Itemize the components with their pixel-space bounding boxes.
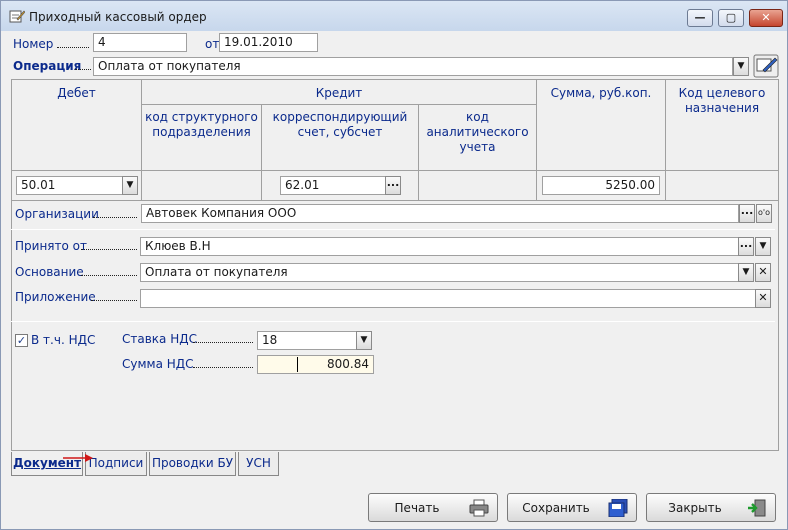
basis-label: Основание — [15, 265, 84, 279]
window-title: Приходный кассовый ордер — [29, 10, 207, 24]
vat-sum-field[interactable]: 800.84 — [257, 355, 374, 374]
print-button[interactable]: Печать — [368, 493, 498, 522]
vat-checkbox-label: В т.ч. НДС — [31, 333, 96, 347]
operation-label: Операция — [13, 59, 82, 73]
debit-dropdown-button[interactable]: ▼ — [122, 176, 138, 195]
vat-sum-label: Сумма НДС — [122, 357, 194, 371]
organization-select-button[interactable]: ... — [739, 204, 755, 223]
organization-view-icon[interactable]: о'о — [756, 204, 772, 223]
save-disk-icon — [608, 499, 628, 517]
date-field[interactable]: 19.01.2010 — [219, 33, 318, 52]
received-from-leader — [81, 249, 137, 250]
close-window-button[interactable]: ✕ — [749, 9, 783, 27]
organization-leader — [93, 217, 137, 218]
credit-header: Кредит — [315, 86, 363, 100]
tab-usn[interactable]: УСН — [238, 452, 279, 476]
number-leader — [57, 47, 89, 48]
operation-dropdown-button[interactable]: ▼ — [733, 57, 749, 76]
credit-account-header: корреспондирующий счет, субсчет — [272, 110, 408, 139]
accounting-grid: Дебет Кредит код структурного подразделе… — [11, 79, 779, 201]
purpose-header: Код целевого назначения — [678, 86, 766, 115]
maximize-icon: ▢ — [725, 11, 737, 24]
vat-rate-dropdown-button[interactable]: ▼ — [356, 331, 372, 350]
received-from-label: Принято от — [15, 239, 87, 253]
separator-bottom — [11, 321, 775, 322]
printer-icon — [469, 499, 489, 517]
close-button[interactable]: Закрыть — [646, 493, 776, 522]
operation-field[interactable]: Оплата от покупателя — [93, 57, 733, 76]
basis-field[interactable]: Оплата от покупателя — [140, 263, 739, 282]
title-bar: Приходный кассовый ордер — ▢ ✕ — [1, 1, 787, 31]
minimize-icon: — — [694, 11, 706, 24]
document-window: Приходный кассовый ордер — ▢ ✕ Номер 4 о… — [0, 0, 788, 530]
exit-door-icon — [748, 499, 766, 517]
minimize-button[interactable]: — — [687, 9, 713, 27]
amount-field[interactable]: 5250.00 — [542, 176, 660, 195]
basis-clear-button[interactable]: ✕ — [755, 263, 771, 282]
document-edit-icon — [9, 10, 25, 23]
operation-edit-icon[interactable] — [753, 54, 779, 78]
save-button[interactable]: Сохранить — [507, 493, 637, 522]
basis-leader — [81, 275, 137, 276]
vat-rate-leader — [193, 342, 253, 343]
save-button-label: Сохранить — [522, 501, 590, 515]
tab-signatures[interactable]: Подписи — [85, 452, 147, 476]
vat-checkbox[interactable]: ✓ — [15, 334, 28, 347]
vat-rate-label: Ставка НДС — [122, 332, 197, 346]
credit-account-select-button[interactable]: ... — [385, 176, 401, 195]
close-icon: ✕ — [761, 11, 771, 24]
received-from-field[interactable]: Клюев В.Н — [140, 237, 739, 256]
organization-field[interactable]: Автовек Компания ООО — [141, 204, 739, 223]
vat-sum-leader — [193, 367, 253, 368]
text-cursor — [297, 357, 298, 372]
date-label: от — [205, 37, 220, 51]
operation-leader — [75, 69, 91, 70]
print-button-label: Печать — [394, 501, 440, 515]
number-field[interactable]: 4 — [93, 33, 187, 52]
basis-dropdown-button[interactable]: ▼ — [738, 263, 754, 282]
close-button-label: Закрыть — [668, 501, 722, 515]
attachment-label: Приложение — [15, 290, 96, 304]
credit-analytic-header: код аналитического учета — [426, 110, 529, 154]
amount-header: Сумма, руб.коп. — [550, 86, 652, 100]
debit-account-field[interactable]: 50.01 — [16, 176, 123, 195]
separator-top — [11, 229, 775, 230]
attachment-clear-button[interactable]: ✕ — [755, 289, 771, 308]
debit-header: Дебет — [57, 86, 96, 100]
credit-subdivision-header: код структурного подразделения — [145, 110, 258, 139]
attachment-leader — [91, 300, 137, 301]
number-label: Номер — [13, 37, 54, 51]
pointer-arrow-icon — [63, 454, 93, 462]
tab-postings[interactable]: Проводки БУ — [149, 452, 236, 476]
vat-rate-field[interactable]: 18 — [257, 331, 357, 350]
organization-label: Организации — [15, 207, 99, 221]
received-from-select-button[interactable]: ... — [738, 237, 754, 256]
attachment-field[interactable] — [140, 289, 756, 308]
maximize-button[interactable]: ▢ — [718, 9, 744, 27]
credit-account-field[interactable]: 62.01 — [280, 176, 386, 195]
received-from-dropdown-button[interactable]: ▼ — [755, 237, 771, 256]
